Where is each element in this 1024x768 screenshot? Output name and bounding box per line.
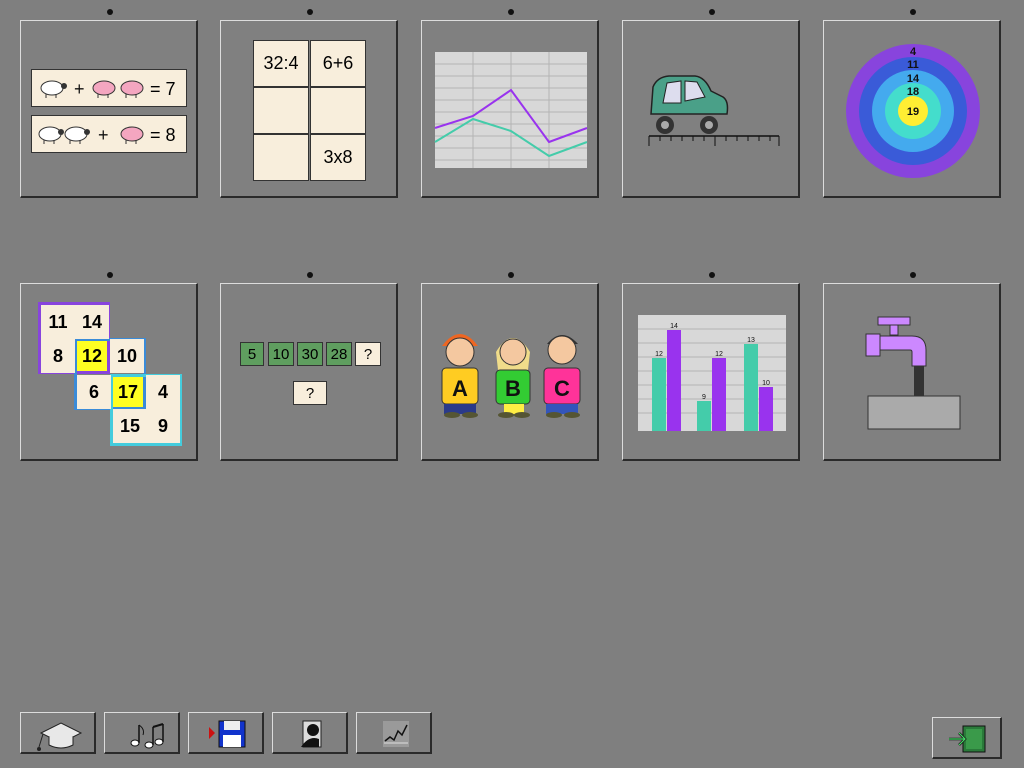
target-value: 4 xyxy=(910,46,917,58)
stats-button[interactable] xyxy=(356,712,432,754)
exit-door-icon xyxy=(949,725,986,753)
number-cell: 6 xyxy=(77,375,111,409)
pin-dot xyxy=(508,272,514,278)
child-label: A xyxy=(452,376,468,401)
number-cell-highlight: 17 xyxy=(113,377,143,407)
grid-cell: 6+6 xyxy=(310,40,366,87)
sequence-answer: ? xyxy=(293,381,327,405)
grid-cell: 3x8 xyxy=(310,134,366,181)
pin-dot xyxy=(307,272,313,278)
exit-button[interactable] xyxy=(932,717,1002,759)
pin-dot xyxy=(910,9,916,15)
activity-children-abc-card[interactable]: A B C xyxy=(421,283,599,461)
activity-sequence-card[interactable]: 5 10 30 28 ? ? xyxy=(220,283,398,461)
number-cell: 8 xyxy=(41,339,75,373)
user-button[interactable] xyxy=(272,712,348,754)
grid-cell xyxy=(253,87,309,134)
bar-chart-icon: 12 14 9 12 13 10 xyxy=(638,315,786,431)
sequence-item: 10 xyxy=(268,342,294,366)
sequence-item: 28 xyxy=(326,342,352,366)
activity-sheep-pigs-card[interactable]: + = 7 + = 8 xyxy=(20,20,198,198)
bar-label: 12 xyxy=(715,351,723,358)
bar-label: 10 xyxy=(762,380,770,387)
child-label: C xyxy=(554,376,570,401)
sequence-item: 5 xyxy=(240,342,264,366)
equation-2-result: = 8 xyxy=(150,125,176,145)
music-notes-icon xyxy=(130,723,164,749)
target-value: 11 xyxy=(907,59,919,71)
line-chart-icon xyxy=(434,52,588,168)
grid-cell xyxy=(310,87,366,134)
pin-dot xyxy=(307,9,313,15)
number-cell: 4 xyxy=(146,375,180,409)
number-cell: 15 xyxy=(113,409,147,443)
bar-label: 13 xyxy=(747,337,755,344)
pin-dot xyxy=(709,272,715,278)
grid-cell xyxy=(253,134,309,181)
graduation-cap-button[interactable] xyxy=(20,712,96,754)
equation-1-result: = 7 xyxy=(150,79,176,99)
car-icon xyxy=(648,75,780,146)
save-disk-icon xyxy=(209,720,246,748)
children-icon: A B C xyxy=(441,334,581,418)
activity-car-ruler-card[interactable] xyxy=(622,20,800,198)
pin-dot xyxy=(107,9,113,15)
target-value: 18 xyxy=(907,86,919,98)
svg-text:+: + xyxy=(74,79,85,99)
grid-cell: 32:4 xyxy=(253,40,309,87)
save-button[interactable] xyxy=(188,712,264,754)
pin-dot xyxy=(709,9,715,15)
person-icon xyxy=(301,720,322,748)
sequence-unknown: ? xyxy=(355,342,381,366)
activity-water-tap-card[interactable] xyxy=(823,283,1001,461)
child-label: B xyxy=(505,376,521,401)
activity-target-card[interactable]: 4 11 14 18 19 xyxy=(823,20,1001,198)
svg-text:+: + xyxy=(98,125,109,145)
target-value: 14 xyxy=(907,73,920,85)
number-cell-highlight: 12 xyxy=(77,341,107,371)
water-tap-icon xyxy=(865,316,961,430)
graduation-cap-icon xyxy=(37,722,83,751)
activity-bar-chart-card[interactable]: 12 14 9 12 13 10 xyxy=(622,283,800,461)
pin-dot xyxy=(910,272,916,278)
bar-label: 14 xyxy=(670,323,678,330)
activity-operations-grid-card[interactable]: 32:4 6+6 3x8 xyxy=(220,20,398,198)
number-cell: 10 xyxy=(110,339,144,373)
sequence-item: 30 xyxy=(297,342,323,366)
pin-dot xyxy=(107,272,113,278)
equation-row-2: + = 8 xyxy=(31,115,187,153)
number-cell: 14 xyxy=(75,305,109,339)
pin-dot xyxy=(508,9,514,15)
number-cell: 11 xyxy=(41,305,75,339)
activity-number-pyramid-card[interactable]: 11 14 8 12 10 6 17 4 15 9 xyxy=(20,283,198,461)
number-cell: 9 xyxy=(146,409,180,443)
music-button[interactable] xyxy=(104,712,180,754)
chart-icon xyxy=(383,721,409,747)
equation-row-1: + = 7 xyxy=(31,69,187,107)
activity-line-chart-card[interactable] xyxy=(421,20,599,198)
target-icon: 4 11 14 18 19 xyxy=(846,44,980,178)
bar-label: 12 xyxy=(655,351,663,358)
target-value: 19 xyxy=(907,106,919,118)
bar-label: 9 xyxy=(702,394,706,401)
